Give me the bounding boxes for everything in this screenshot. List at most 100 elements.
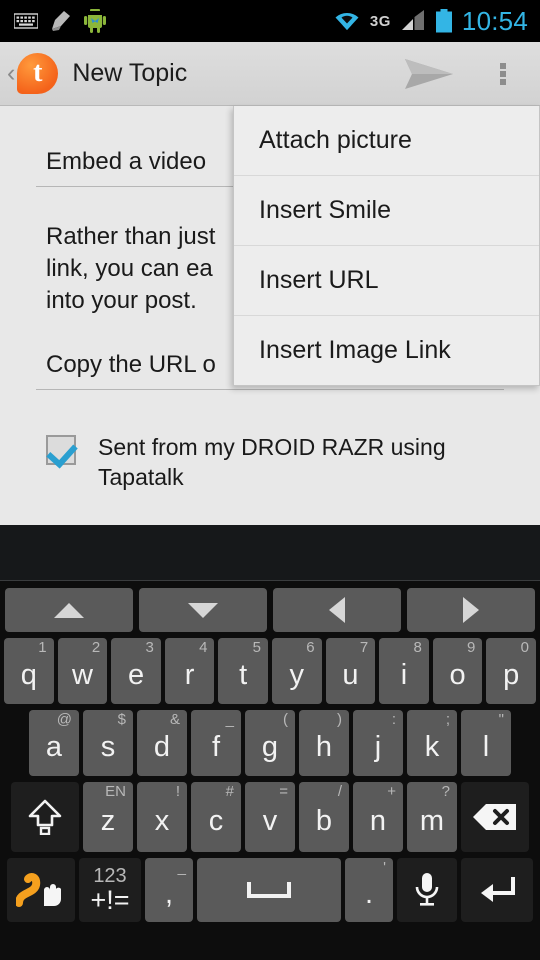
key-k[interactable]: ; k: [407, 710, 457, 776]
key-y[interactable]: 6y: [272, 638, 322, 704]
send-button[interactable]: [392, 42, 466, 106]
tapatalk-logo-icon[interactable]: t: [17, 53, 59, 94]
delete-key[interactable]: [461, 782, 529, 852]
key-h[interactable]: ) h: [299, 710, 349, 776]
period-key-hint: ': [383, 859, 386, 876]
key-j[interactable]: :j: [353, 710, 403, 776]
key-v[interactable]: = v: [245, 782, 295, 852]
signal-bars-icon: [401, 10, 424, 30]
numeric-key-hint: 123: [93, 865, 127, 887]
key-label-k: k: [424, 730, 440, 763]
key-hint-o: 9: [467, 639, 476, 656]
key-label-r: r: [184, 658, 195, 691]
menu-item-attach-picture[interactable]: Attach picture: [234, 106, 539, 176]
keyboard-row-4: 123 +!= _ , ' .: [0, 855, 540, 925]
menu-item-insert-smile[interactable]: Insert Smile: [234, 176, 539, 246]
arrow-right-key[interactable]: [407, 588, 535, 632]
arrow-up-key[interactable]: [5, 588, 133, 632]
key-f[interactable]: _ f: [191, 710, 241, 776]
key-a[interactable]: @ a: [29, 710, 79, 776]
keyboard-row-3-letters: EN z! x # c = v / b + n? m: [81, 779, 459, 855]
key-hint-i: 8: [413, 639, 422, 656]
arrow-down-key[interactable]: [139, 588, 267, 632]
on-screen-keyboard: 1q2w3e4r5t6y7u8i9o0p @ a $ s & d _ f(g) h: j; k " l …: [0, 581, 540, 960]
broom-icon: [52, 11, 70, 31]
key-hint-y: 6: [306, 639, 315, 656]
key-m[interactable]: ? m: [407, 782, 457, 852]
signature-checkbox[interactable]: [46, 435, 76, 465]
key-r[interactable]: 4r: [164, 638, 215, 704]
key-label-z: z: [100, 804, 116, 837]
key-label-f: f: [211, 730, 221, 763]
key-label-q: q: [20, 658, 37, 691]
numeric-symbols-key[interactable]: 123 +!=: [79, 858, 141, 922]
menu-item-insert-url[interactable]: Insert URL: [234, 246, 539, 316]
key-hint-v: =: [279, 783, 288, 800]
overflow-menu-button[interactable]: [466, 42, 540, 106]
action-bar: ‹ t New Topic: [0, 42, 540, 106]
key-z[interactable]: EN z: [83, 782, 133, 852]
period-key[interactable]: ' .: [345, 858, 393, 922]
key-label-d: d: [153, 730, 171, 763]
key-hint-c: #: [225, 783, 234, 800]
key-n[interactable]: + n: [353, 782, 403, 852]
enter-key[interactable]: [461, 858, 533, 922]
keyboard-row-2: @ a $ s & d _ f(g) h: j; k " l: [0, 707, 540, 779]
key-hint-h: ): [337, 711, 342, 728]
key-w[interactable]: 2w: [57, 638, 108, 704]
key-hint-q: 1: [38, 639, 47, 656]
key-hint-x: !: [175, 783, 180, 800]
key-label-v: v: [262, 804, 278, 837]
keyboard-row-1: 1q2w3e4r5t6y7u8i9o0p: [0, 635, 540, 707]
key-o[interactable]: 9o: [432, 638, 483, 704]
key-label-n: n: [369, 804, 387, 837]
swype-gesture-key[interactable]: [7, 858, 75, 922]
key-d[interactable]: & d: [137, 710, 187, 776]
key-label-o: o: [449, 658, 466, 691]
arrow-left-key[interactable]: [273, 588, 401, 632]
key-label-y: y: [289, 658, 305, 691]
key-label-c: c: [208, 804, 224, 837]
key-hint-w: 2: [91, 639, 101, 656]
triangle-up-icon: [54, 602, 84, 618]
period-key-label: .: [364, 877, 374, 910]
microphone-icon: [415, 873, 439, 906]
key-x[interactable]: ! x: [137, 782, 187, 852]
shift-arrow-icon: [28, 799, 62, 835]
key-label-w: w: [71, 658, 93, 691]
tapatalk-logo-letter: t: [33, 56, 43, 88]
key-e[interactable]: 3e: [111, 638, 161, 704]
back-chevron-icon[interactable]: ‹: [7, 59, 15, 88]
key-hint-p: 0: [520, 639, 529, 656]
key-label-j: j: [374, 730, 382, 763]
key-c[interactable]: # c: [191, 782, 241, 852]
key-hint-b: /: [337, 783, 342, 800]
key-u[interactable]: 7u: [325, 638, 376, 704]
key-hint-r: 4: [199, 639, 208, 656]
key-label-s: s: [100, 730, 116, 763]
key-hint-e: 3: [145, 639, 154, 656]
key-l[interactable]: " l: [461, 710, 511, 776]
key-t[interactable]: 5t: [218, 638, 268, 704]
page-title: New Topic: [72, 59, 188, 87]
keyboard-nav-row: [0, 585, 540, 635]
menu-item-insert-image-link[interactable]: Insert Image Link: [234, 316, 539, 385]
microphone-key[interactable]: [397, 858, 457, 922]
key-p[interactable]: 0p: [486, 638, 536, 704]
key-b[interactable]: / b: [299, 782, 349, 852]
key-i[interactable]: 8i: [379, 638, 429, 704]
signature-row[interactable]: Sent from my DROID RAZR using Tapatalk: [36, 432, 504, 492]
shift-key[interactable]: [11, 782, 79, 852]
key-hint-g: (: [283, 711, 288, 728]
space-key[interactable]: [197, 858, 341, 922]
key-q[interactable]: 1q: [4, 638, 54, 704]
key-label-i: i: [400, 658, 408, 691]
key-g[interactable]: (g: [245, 710, 295, 776]
comma-key[interactable]: _ ,: [145, 858, 193, 922]
key-hint-l: ": [498, 711, 504, 728]
key-label-a: a: [45, 730, 63, 763]
key-s[interactable]: $ s: [83, 710, 133, 776]
key-label-l: l: [482, 730, 490, 763]
suggestion-strip: [0, 525, 540, 581]
send-arrow-icon: [405, 58, 453, 89]
